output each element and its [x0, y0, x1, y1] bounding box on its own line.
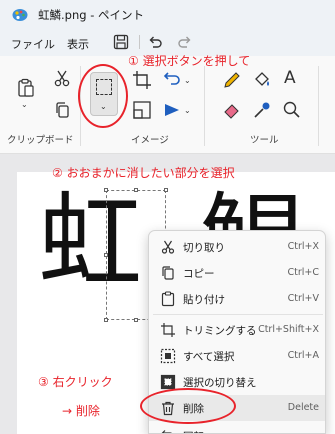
cut-icon: [161, 240, 175, 254]
ribbon-divider: [80, 66, 81, 146]
selection-handle[interactable]: [134, 188, 138, 192]
menu-item-cut[interactable]: 切り取り Ctrl+X: [149, 234, 325, 260]
menu-item-shortcut: Ctrl+V: [287, 293, 319, 304]
resize-icon[interactable]: [132, 100, 152, 120]
pencil-icon[interactable]: [222, 70, 242, 90]
selection-handle[interactable]: [104, 253, 108, 257]
paint-app-icon: [12, 9, 28, 21]
paste-dropdown-chevron[interactable]: ⌄: [21, 100, 28, 109]
copy-icon[interactable]: [52, 100, 72, 120]
eraser-icon[interactable]: [222, 100, 242, 120]
menu-item-label: コピー: [183, 268, 215, 280]
selection-handle[interactable]: [104, 318, 108, 322]
window-title: 虹鱗.png - ペイント: [38, 8, 145, 22]
flip-dropdown-chevron[interactable]: ⌄: [184, 106, 191, 115]
invert-selection-icon: [160, 374, 176, 390]
copy-icon: [162, 266, 174, 280]
menu-separator: [153, 314, 323, 315]
menu-item-crop[interactable]: トリミングする Ctrl+Shift+X: [149, 317, 325, 343]
annotation-step3: ③ 右クリック: [38, 375, 113, 389]
menu-item-shortcut: Ctrl+C: [287, 267, 320, 278]
menu-item-label: 貼り付け: [183, 294, 225, 306]
group-label-image: イメージ: [131, 135, 169, 146]
select-tool-button[interactable]: ⌄: [90, 72, 118, 116]
annotation-step2: ② おおまかに消したい部分を選択: [52, 166, 235, 180]
paste-icon: [161, 291, 175, 307]
magnifier-icon[interactable]: [282, 100, 302, 120]
menu-item-paste[interactable]: 貼り付け Ctrl+V: [149, 286, 325, 312]
redo-icon[interactable]: [177, 34, 193, 50]
menu-item-label: すべて選択: [183, 351, 235, 363]
menu-item-label: トリミングする: [183, 325, 257, 337]
selection-handle[interactable]: [134, 318, 138, 322]
rotate-icon[interactable]: [162, 70, 182, 90]
menu-item-shortcut: Delete: [287, 402, 319, 413]
group-label-clipboard: クリップボード: [7, 135, 74, 146]
paste-icon[interactable]: [16, 78, 36, 98]
menu-item-select-all[interactable]: すべて選択 Ctrl+A: [149, 343, 325, 369]
annotation-step3-delete: → 削除: [62, 404, 100, 418]
rotate-dropdown-chevron[interactable]: ⌄: [184, 76, 191, 85]
undo-icon[interactable]: [147, 34, 163, 50]
ribbon: ⌄ クリップボード ⌄ ⌄ ⌄ イメージ A ツール: [0, 56, 335, 154]
chevron-down-icon: ⌄: [100, 102, 107, 111]
trash-icon: [162, 401, 174, 416]
menu-item-copy[interactable]: コピー Ctrl+C: [149, 260, 325, 286]
fill-icon[interactable]: [252, 70, 272, 90]
menu-item-delete[interactable]: 削除 Delete: [149, 395, 325, 421]
menu-item-label: 回転: [183, 429, 204, 433]
title-bar: 虹鱗.png - ペイント: [0, 0, 335, 30]
menu-item-rotate[interactable]: 回転: [149, 423, 325, 433]
selection-rect-icon: [96, 79, 112, 95]
menu-view[interactable]: 表示: [65, 35, 91, 53]
annotation-step1: ① 選択ボタンを押して: [128, 54, 251, 68]
ribbon-divider: [204, 66, 205, 146]
crop-icon[interactable]: [132, 70, 152, 90]
select-all-icon: [160, 348, 176, 364]
ribbon-divider: [318, 66, 319, 146]
flip-icon[interactable]: [162, 100, 182, 120]
context-menu: 切り取り Ctrl+X コピー Ctrl+C 貼り付け Ctrl+V トリミング…: [148, 230, 326, 434]
menu-item-shortcut: Ctrl+Shift+X: [258, 324, 319, 335]
menu-item-shortcut: Ctrl+X: [287, 241, 319, 252]
menu-item-shortcut: Ctrl+A: [287, 350, 319, 361]
cut-icon[interactable]: [52, 68, 72, 88]
text-tool-icon[interactable]: A: [284, 68, 296, 88]
menu-separator: [139, 35, 140, 49]
save-icon[interactable]: [113, 34, 129, 50]
menu-item-label: 切り取り: [183, 242, 225, 254]
color-picker-icon[interactable]: [252, 100, 272, 120]
selection-handle[interactable]: [164, 188, 168, 192]
selection-handle[interactable]: [104, 188, 108, 192]
crop-icon: [161, 323, 175, 337]
menu-item-invert-selection[interactable]: 選択の切り替え: [149, 369, 325, 395]
menu-item-label: 選択の切り替え: [183, 377, 257, 389]
menu-file[interactable]: ファイル: [9, 35, 57, 53]
group-label-tools: ツール: [250, 135, 279, 146]
rotate-icon: [161, 430, 172, 433]
menu-item-label: 削除: [183, 403, 204, 415]
